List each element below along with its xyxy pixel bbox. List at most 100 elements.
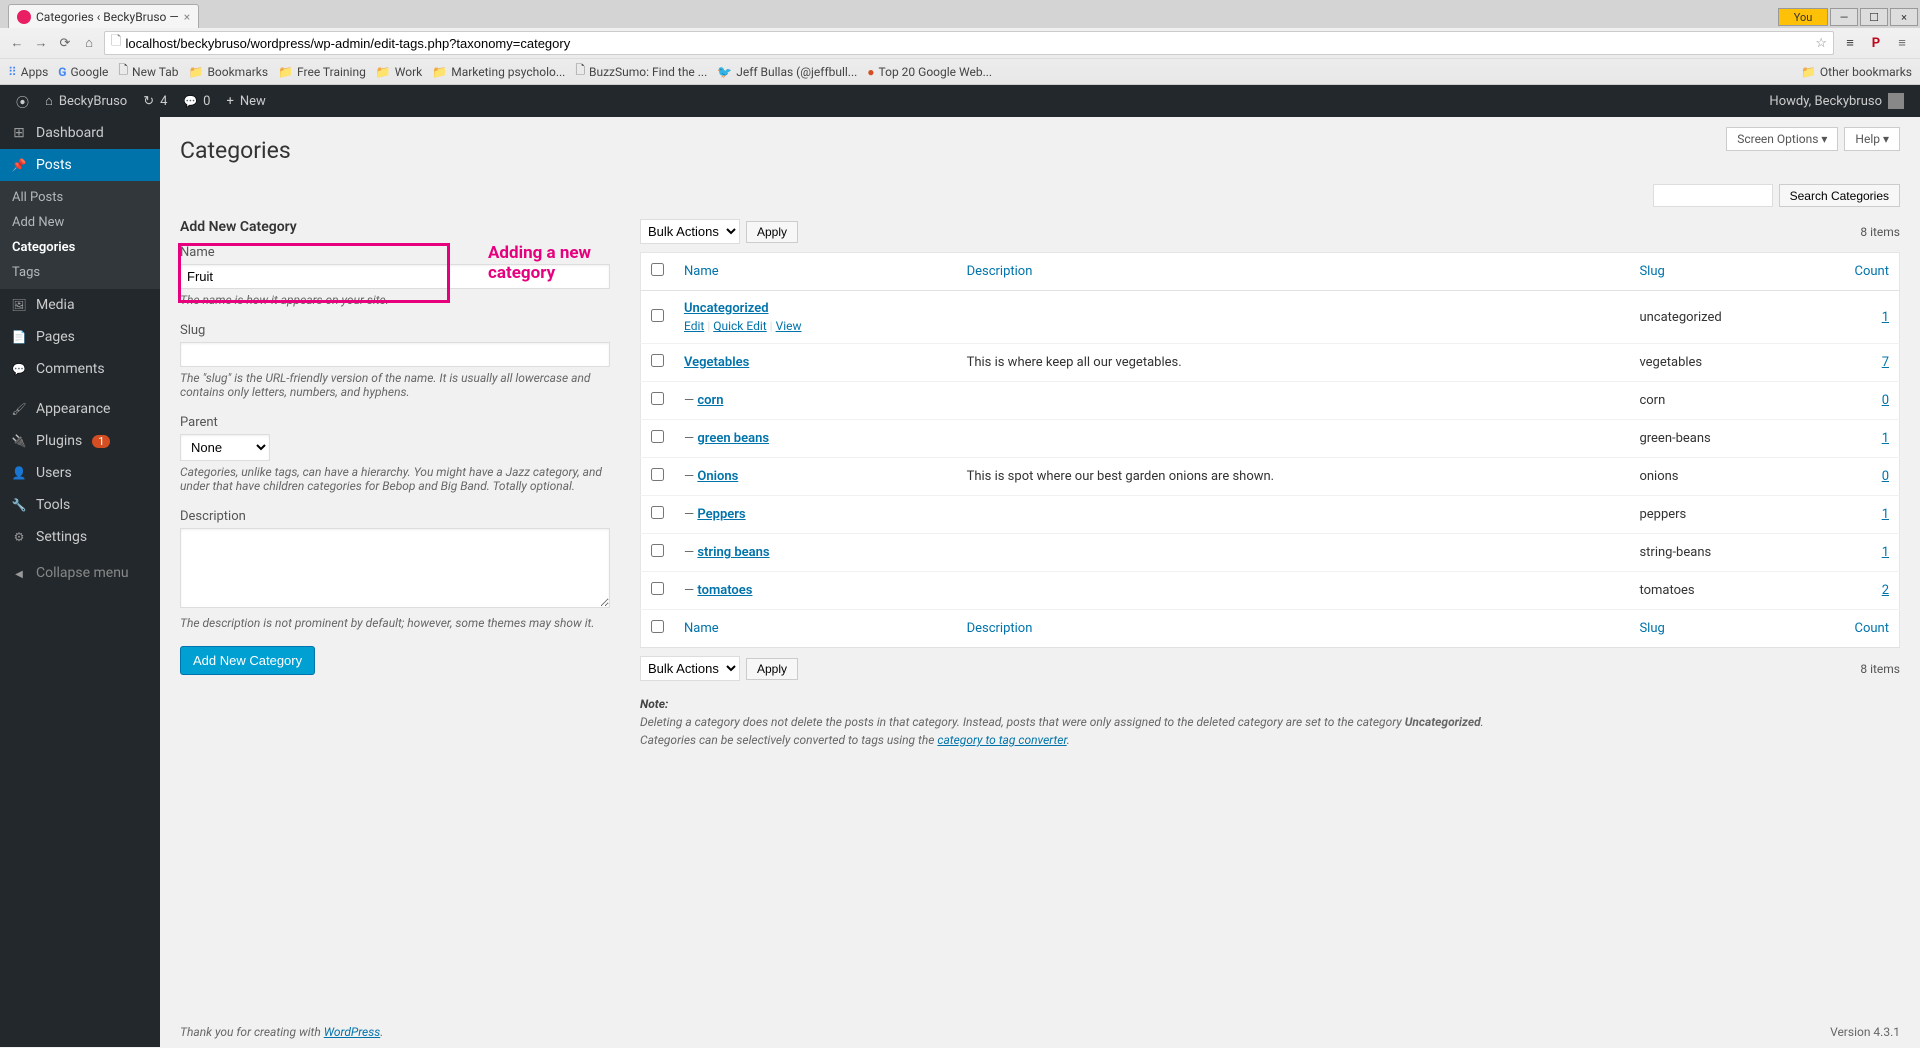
search-input[interactable] — [1653, 184, 1773, 207]
adminbar-comments[interactable]: 0 — [175, 85, 218, 117]
row-action-quickedit[interactable]: Quick Edit — [713, 319, 766, 333]
row-title-link[interactable]: Uncategorized — [684, 301, 769, 316]
back-button[interactable]: ← — [8, 34, 26, 52]
cell-description — [957, 572, 1630, 610]
select-all-bottom[interactable] — [651, 620, 664, 633]
bookmark-google[interactable]: GGoogle — [58, 65, 108, 79]
bookmark-buzzsumo[interactable]: 🗋BuzzSumo: Find the ... — [575, 61, 707, 82]
sidebar-sub-allposts[interactable]: All Posts — [0, 185, 160, 210]
count-link[interactable]: 1 — [1882, 507, 1889, 522]
sidebar-item-tools[interactable]: Tools — [0, 489, 160, 521]
th-name[interactable]: Name — [674, 253, 957, 291]
count-link[interactable]: 1 — [1882, 310, 1889, 325]
sidebar-item-settings[interactable]: Settings — [0, 521, 160, 553]
row-checkbox[interactable] — [651, 392, 664, 405]
row-checkbox[interactable] — [651, 544, 664, 557]
desc-textarea[interactable] — [180, 528, 610, 608]
tab-close-icon[interactable]: × — [184, 10, 190, 24]
row-title-link[interactable]: green beans — [697, 431, 769, 446]
forward-button[interactable]: → — [32, 34, 50, 52]
row-title-link[interactable]: Peppers — [697, 507, 745, 522]
row-action-view[interactable]: View — [776, 319, 802, 333]
sidebar-item-comments[interactable]: Comments — [0, 353, 160, 385]
apps-button[interactable]: ⠿Apps — [8, 65, 48, 79]
parent-select[interactable]: None — [180, 434, 270, 461]
sidebar-item-media[interactable]: Media — [0, 289, 160, 321]
count-link[interactable]: 7 — [1882, 355, 1889, 370]
adminbar-site[interactable]: BeckyBruso — [37, 85, 135, 117]
row-title-link[interactable]: string beans — [697, 545, 769, 560]
apply-button-bottom[interactable]: Apply — [746, 658, 798, 680]
bookmark-marketing[interactable]: 📁Marketing psycholo... — [432, 65, 565, 79]
adminbar-updates[interactable]: 4 — [135, 85, 175, 117]
row-checkbox[interactable] — [651, 309, 664, 322]
tf-name[interactable]: Name — [674, 610, 957, 648]
bookmark-newtab[interactable]: 🗋New Tab — [118, 61, 178, 82]
row-title-link[interactable]: tomatoes — [697, 583, 752, 598]
apply-button-top[interactable]: Apply — [746, 221, 798, 243]
bulk-actions-select-bottom[interactable]: Bulk Actions — [640, 656, 740, 681]
row-title-link[interactable]: corn — [697, 393, 723, 408]
screen-options-button[interactable]: Screen Options ▾ — [1726, 127, 1838, 151]
bookmark-jeffbullas[interactable]: 🐦Jeff Bullas (@jeffbull... — [717, 65, 857, 79]
adminbar-wp-icon[interactable] — [8, 85, 37, 117]
add-category-button[interactable]: Add New Category — [180, 646, 315, 675]
sidebar-item-dashboard[interactable]: Dashboard — [0, 117, 160, 149]
maximize-button[interactable]: ☐ — [1860, 8, 1888, 26]
help-button[interactable]: Help ▾ — [1844, 127, 1900, 151]
ext-pinterest-icon[interactable]: P — [1866, 33, 1886, 53]
you-badge[interactable]: You — [1778, 8, 1828, 26]
sidebar-sub-tags[interactable]: Tags — [0, 260, 160, 285]
sidebar-collapse[interactable]: Collapse menu — [0, 557, 160, 589]
th-slug[interactable]: Slug — [1629, 253, 1839, 291]
sidebar-item-appearance[interactable]: Appearance — [0, 393, 160, 425]
sidebar-item-users[interactable]: Users — [0, 457, 160, 489]
row-checkbox[interactable] — [651, 430, 664, 443]
row-checkbox[interactable] — [651, 354, 664, 367]
row-checkbox[interactable] — [651, 468, 664, 481]
select-all-top[interactable] — [651, 263, 664, 276]
count-link[interactable]: 0 — [1882, 469, 1889, 484]
sidebar-item-plugins[interactable]: Plugins1 — [0, 425, 160, 457]
tf-slug[interactable]: Slug — [1629, 610, 1839, 648]
ext-buffer-icon[interactable]: ≡ — [1840, 33, 1860, 53]
row-checkbox[interactable] — [651, 582, 664, 595]
home-button[interactable]: ⌂ — [80, 34, 98, 52]
slug-input[interactable] — [180, 342, 610, 367]
count-link[interactable]: 0 — [1882, 393, 1889, 408]
sidebar-sub-addnew[interactable]: Add New — [0, 210, 160, 235]
count-link[interactable]: 2 — [1882, 583, 1889, 598]
reload-button[interactable]: ⟳ — [56, 34, 74, 52]
search-button[interactable]: Search Categories — [1779, 184, 1900, 207]
tf-description[interactable]: Description — [957, 610, 1630, 648]
url-input[interactable] — [125, 36, 1811, 51]
sidebar-item-pages[interactable]: Pages — [0, 321, 160, 353]
th-count[interactable]: Count — [1840, 253, 1900, 291]
sidebar-sub-categories[interactable]: Categories — [0, 235, 160, 260]
bookmark-star-icon[interactable]: ☆ — [1815, 36, 1827, 51]
minimize-button[interactable]: — — [1830, 8, 1858, 26]
row-checkbox[interactable] — [651, 506, 664, 519]
adminbar-new[interactable]: New — [218, 85, 273, 117]
footer-wp-link[interactable]: WordPress — [324, 1025, 381, 1039]
count-link[interactable]: 1 — [1882, 431, 1889, 446]
row-title-link[interactable]: Onions — [697, 469, 738, 484]
bookmark-top20[interactable]: ●Top 20 Google Web... — [867, 65, 992, 79]
bookmark-freetraining[interactable]: 📁Free Training — [278, 65, 366, 79]
row-action-edit[interactable]: Edit — [684, 319, 704, 333]
chrome-menu-icon[interactable]: ≡ — [1892, 33, 1912, 53]
bookmark-work[interactable]: 📁Work — [376, 65, 422, 79]
tf-count[interactable]: Count — [1840, 610, 1900, 648]
other-bookmarks[interactable]: 📁Other bookmarks — [1801, 65, 1912, 79]
adminbar-howdy[interactable]: Howdy, Beckybruso — [1761, 85, 1912, 117]
count-link[interactable]: 1 — [1882, 545, 1889, 560]
row-title-link[interactable]: Vegetables — [684, 355, 749, 370]
url-bar[interactable]: 🗋 ☆ — [104, 31, 1834, 55]
sidebar-item-posts[interactable]: Posts — [0, 149, 160, 181]
converter-link[interactable]: category to tag converter — [937, 733, 1066, 747]
th-description[interactable]: Description — [957, 253, 1630, 291]
close-window-button[interactable]: × — [1890, 8, 1918, 26]
bulk-actions-select-top[interactable]: Bulk Actions — [640, 219, 740, 244]
bookmark-bookmarks[interactable]: 📁Bookmarks — [188, 65, 268, 79]
browser-tab[interactable]: Categories ‹ BeckyBruso — × — [8, 4, 199, 28]
